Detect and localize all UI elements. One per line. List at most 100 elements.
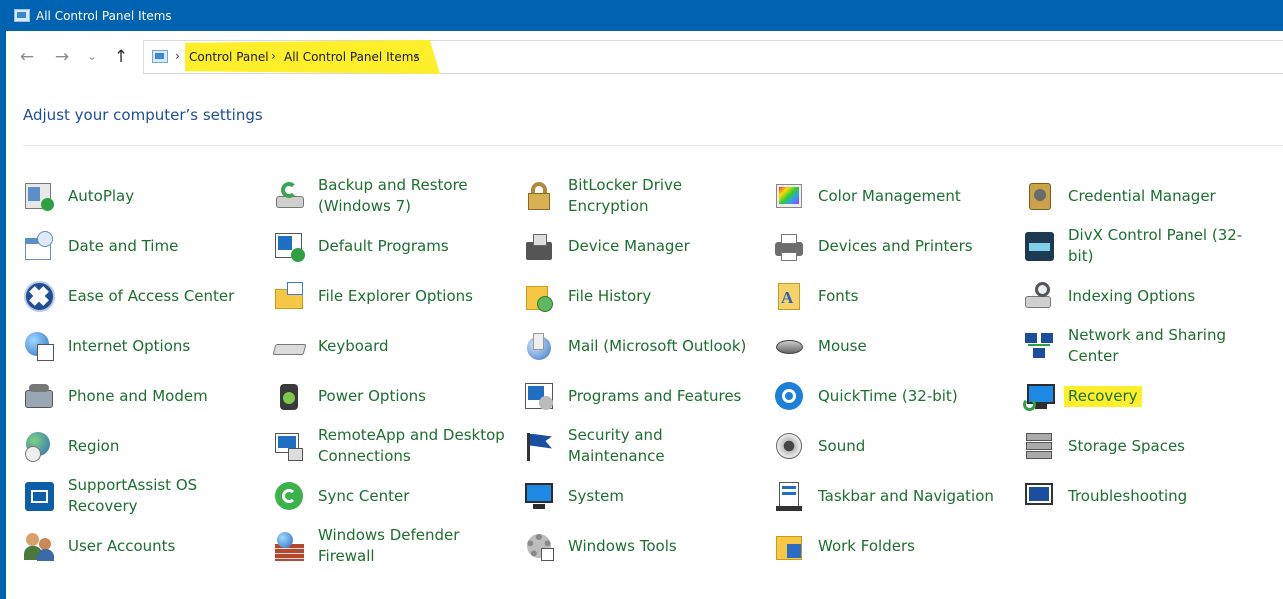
control-panel-item[interactable]: Recovery xyxy=(1023,371,1263,421)
control-panel-item-label: File Explorer Options xyxy=(318,286,473,305)
control-panel-item[interactable]: Indexing Options xyxy=(1023,271,1263,321)
control-panel-item[interactable]: File History xyxy=(523,271,763,321)
control-panel-item-label: SupportAssist OS Recovery xyxy=(68,476,198,515)
control-panel-item[interactable]: Windows Defender Firewall xyxy=(273,521,513,571)
date-time-icon xyxy=(23,230,56,263)
control-panel-item[interactable]: Ease of Access Center xyxy=(23,271,263,321)
control-panel-item-label: Security and Maintenance xyxy=(568,426,665,465)
control-panel-item[interactable]: Taskbar and Navigation xyxy=(773,471,1013,521)
color-management-icon xyxy=(773,180,806,213)
supportassist-icon xyxy=(23,480,56,513)
control-panel-item-label: Network and Sharing Center xyxy=(1068,326,1226,365)
control-panel-item-label: Programs and Features xyxy=(568,386,742,405)
divx-icon xyxy=(1023,230,1056,263)
printer-icon xyxy=(773,230,806,263)
control-panel-item[interactable]: A Fonts xyxy=(773,271,1013,321)
work-folders-icon xyxy=(773,530,806,563)
control-panel-item[interactable]: Power Options xyxy=(273,371,513,421)
control-panel-item[interactable]: Backup and Restore (Windows 7) xyxy=(273,171,513,221)
control-panel-item[interactable]: Internet Options xyxy=(23,321,263,371)
control-panel-item[interactable]: Sound xyxy=(773,421,1013,471)
arrow-right-icon[interactable]: → xyxy=(50,45,74,69)
breadcrumb-control-panel[interactable]: Control Panel xyxy=(189,50,269,64)
keyboard-icon xyxy=(272,330,307,363)
control-panel-item-label: Device Manager xyxy=(568,236,690,255)
control-panel-item[interactable]: Date and Time xyxy=(23,221,263,271)
remoteapp-icon xyxy=(273,430,306,463)
control-panel-item[interactable]: Troubleshooting xyxy=(1023,471,1263,521)
folder-options-icon xyxy=(273,280,306,313)
control-panel-item-label: Internet Options xyxy=(68,336,191,355)
control-panel-item[interactable]: AutoPlay xyxy=(23,171,263,221)
control-panel-item[interactable]: User Accounts xyxy=(23,521,263,571)
control-panel-item-label: Sync Center xyxy=(318,486,410,505)
control-panel-item-label: Power Options xyxy=(318,386,426,405)
control-panel-item-label: Mouse xyxy=(818,336,867,355)
control-panel-item[interactable]: Credential Manager xyxy=(1023,171,1263,221)
quicktime-icon xyxy=(773,380,806,413)
control-panel-item-label: Taskbar and Navigation xyxy=(818,486,994,505)
control-panel-item[interactable]: Color Management xyxy=(773,171,1013,221)
indexing-icon xyxy=(1023,280,1056,313)
control-panel-item-label: Default Programs xyxy=(318,236,449,255)
control-panel-item[interactable]: Work Folders xyxy=(773,521,1013,571)
control-panel-item[interactable]: Phone and Modem xyxy=(23,371,263,421)
control-panel-item[interactable]: System xyxy=(523,471,763,521)
bitlocker-icon xyxy=(523,180,556,213)
region-icon xyxy=(23,430,56,463)
control-panel-item[interactable]: Region xyxy=(23,421,263,471)
chevron-down-icon[interactable]: ⌄ xyxy=(80,45,104,69)
control-panel-item[interactable]: Devices and Printers xyxy=(773,221,1013,271)
control-panel-item[interactable]: File Explorer Options xyxy=(273,271,513,321)
control-panel-item[interactable]: Windows Tools xyxy=(523,521,763,571)
control-panel-item[interactable]: Storage Spaces xyxy=(1023,421,1263,471)
arrow-left-icon[interactable]: ← xyxy=(15,45,39,69)
control-panel-item[interactable]: Programs and Features xyxy=(523,371,763,421)
control-panel-item[interactable]: Network and Sharing Center xyxy=(1023,321,1263,371)
navigation-bar: ← → ⌄ ↑ › Control Panel › All Control Pa… xyxy=(6,31,1283,86)
control-panel-item-label: System xyxy=(568,486,624,505)
page-title: Adjust your computer’s settings xyxy=(23,106,263,124)
control-panel-item[interactable]: Sync Center xyxy=(273,471,513,521)
windows-tools-icon xyxy=(523,530,556,563)
control-panel-item-label: Windows Tools xyxy=(568,536,677,555)
control-panel-item[interactable]: Security and Maintenance xyxy=(523,421,763,471)
system-icon xyxy=(523,480,556,513)
control-panel-item-label: Sound xyxy=(818,436,866,455)
divider xyxy=(23,145,1283,146)
control-panel-item[interactable]: SupportAssist OS Recovery xyxy=(23,471,263,521)
ease-of-access-icon xyxy=(23,280,56,313)
control-panel-item-label: Fonts xyxy=(818,286,859,305)
breadcrumb-separator[interactable]: › xyxy=(414,49,419,63)
backup-icon xyxy=(273,180,306,213)
control-panel-item[interactable]: QuickTime (32-bit) xyxy=(773,371,1013,421)
address-bar[interactable]: › Control Panel › All Control Panel Item… xyxy=(143,40,1283,74)
device-manager-icon xyxy=(523,230,556,263)
control-panel-item-label: Credential Manager xyxy=(1068,186,1216,205)
control-panel-item[interactable]: RemoteApp and Desktop Connections xyxy=(273,421,513,471)
troubleshooting-icon xyxy=(1023,480,1056,513)
arrow-up-icon[interactable]: ↑ xyxy=(109,45,133,69)
control-panel-item[interactable]: Keyboard xyxy=(272,321,513,371)
control-panel-item[interactable]: Mail (Microsoft Outlook) xyxy=(523,321,763,371)
control-panel-item-label: Color Management xyxy=(818,186,961,205)
sync-icon xyxy=(273,480,306,513)
title-bar: All Control Panel Items xyxy=(0,0,1283,31)
breadcrumb-all-items[interactable]: All Control Panel Items xyxy=(284,50,420,64)
control-panel-item[interactable]: BitLocker Drive Encryption xyxy=(523,171,763,221)
control-panel-item-label: Phone and Modem xyxy=(68,386,208,405)
control-panel-item[interactable]: Device Manager xyxy=(523,221,763,271)
control-panel-item[interactable]: Mouse xyxy=(773,321,1013,371)
phone-modem-icon xyxy=(23,380,56,413)
credential-manager-icon xyxy=(1023,180,1056,213)
sound-icon xyxy=(773,430,806,463)
control-panel-icon xyxy=(152,50,168,63)
mail-icon xyxy=(523,330,556,363)
control-panel-item-label: Storage Spaces xyxy=(1068,436,1185,455)
programs-features-icon xyxy=(523,380,556,413)
control-panel-item[interactable]: Default Programs xyxy=(273,221,513,271)
control-panel-item-label: Ease of Access Center xyxy=(68,286,235,305)
default-programs-icon xyxy=(273,230,306,263)
control-panel-item[interactable]: DivX Control Panel (32-bit) xyxy=(1023,221,1263,271)
control-panel-item-label: Region xyxy=(68,436,120,455)
